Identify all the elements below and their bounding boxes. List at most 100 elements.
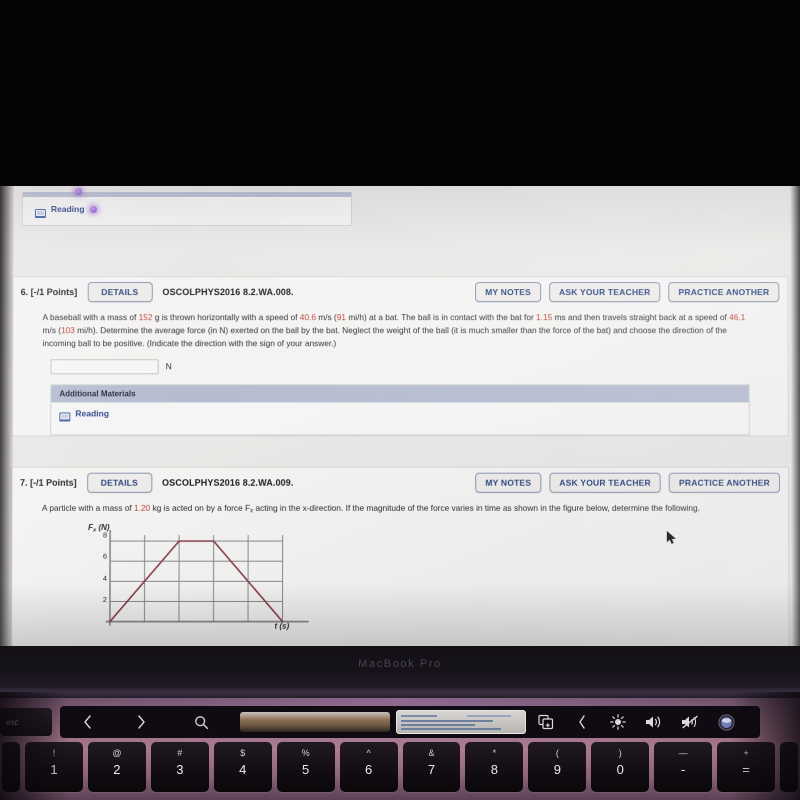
key-8[interactable]: * 8 bbox=[465, 742, 524, 792]
chevron-right-icon[interactable] bbox=[114, 706, 168, 738]
key-3[interactable]: # 3 bbox=[150, 742, 209, 792]
chevron-left-icon[interactable] bbox=[60, 706, 114, 738]
additional-materials-label-6: Additional Materials bbox=[51, 384, 749, 402]
key-minus[interactable]: — - bbox=[654, 742, 713, 792]
key-3-symbol: # bbox=[177, 748, 183, 758]
key-4-number: 4 bbox=[239, 762, 247, 777]
problem-card-7: 7. [-/1 Points] DETAILS OSCOLPHYS2016 8.… bbox=[10, 466, 790, 648]
key-0-symbol: ) bbox=[618, 748, 622, 758]
problem-7-id: OSCOLPHYS2016 8.2.WA.009. bbox=[162, 477, 294, 488]
chart-ytick-8: 8 bbox=[102, 530, 108, 540]
key-minus-number: - bbox=[681, 762, 686, 777]
key-6[interactable]: ^ 6 bbox=[339, 742, 398, 792]
tab-preview-thumbnail[interactable] bbox=[396, 710, 526, 734]
key-minus-symbol: — bbox=[678, 748, 688, 758]
siri-icon[interactable] bbox=[716, 712, 736, 732]
laptop-photo: Reading 6. [-/1 Points] DETAILS OSCOLPHY… bbox=[0, 0, 800, 800]
my-notes-button-6[interactable]: MY NOTES bbox=[475, 282, 542, 303]
practice-another-button-6[interactable]: PRACTICE ANOTHER bbox=[668, 282, 780, 303]
brightness-icon[interactable] bbox=[608, 712, 628, 732]
force-vs-time-chart: Fx (N) t (s) 8 6 4 2 bbox=[72, 523, 303, 639]
key-1[interactable]: ! 1 bbox=[25, 742, 83, 792]
key-2[interactable]: @ 2 bbox=[87, 742, 146, 792]
problem-7-question-text: A particle with a mass of 1.20 kg is act… bbox=[41, 502, 700, 515]
key-8-number: 8 bbox=[490, 762, 499, 777]
answer-unit-6: N bbox=[165, 361, 172, 372]
key-9-symbol: ( bbox=[555, 748, 559, 758]
key-7[interactable]: & 7 bbox=[402, 742, 461, 792]
problem-6-body: A baseball with a mass of 152 g is throw… bbox=[12, 307, 788, 436]
chevron-left-collapse-icon[interactable] bbox=[572, 712, 592, 732]
purple-light-reflection bbox=[89, 205, 97, 213]
practice-another-button-7[interactable]: PRACTICE ANOTHER bbox=[668, 472, 781, 493]
additional-materials-body-6: Reading bbox=[51, 402, 749, 435]
esc-key[interactable]: esc bbox=[0, 708, 52, 736]
previous-problem-card-partial: Reading bbox=[21, 187, 352, 227]
chart-plot-area: 8 6 4 2 bbox=[110, 535, 283, 622]
key-1-symbol: ! bbox=[52, 748, 56, 758]
problem-7-body: A particle with a mass of 1.20 kg is act… bbox=[11, 498, 788, 639]
reading-link[interactable]: Reading bbox=[51, 204, 85, 214]
chart-ytick-2: 2 bbox=[102, 595, 107, 605]
book-icon bbox=[34, 205, 46, 218]
key-4[interactable]: $ 4 bbox=[213, 742, 272, 792]
book-icon bbox=[59, 408, 71, 421]
problem-card-6: 6. [-/1 Points] DETAILS OSCOLPHYS2016 8.… bbox=[11, 276, 789, 437]
additional-materials-bar bbox=[22, 191, 351, 198]
problem-7-header: 7. [-/1 Points] DETAILS OSCOLPHYS2016 8.… bbox=[12, 468, 788, 498]
chart-ytick-4: 4 bbox=[102, 573, 108, 583]
key-delete[interactable] bbox=[780, 742, 799, 792]
problem-6-number: 6. [-/1 Points] bbox=[20, 287, 78, 298]
key-6-symbol: ^ bbox=[366, 748, 371, 758]
problem-6-question-text: A baseball with a mass of 152 g is throw… bbox=[42, 312, 746, 348]
problem-6-id: OSCOLPHYS2016 8.2.WA.008. bbox=[162, 287, 294, 298]
key-tilde[interactable] bbox=[2, 742, 20, 792]
key-0-number: 0 bbox=[616, 762, 624, 777]
key-9-number: 9 bbox=[553, 762, 561, 777]
key-equals-symbol: + bbox=[743, 748, 749, 758]
key-4-symbol: $ bbox=[240, 748, 246, 758]
laptop-screen: Reading 6. [-/1 Points] DETAILS OSCOLPHY… bbox=[0, 186, 800, 648]
purple-light-reflection-2 bbox=[74, 187, 82, 196]
key-3-number: 3 bbox=[176, 762, 184, 777]
key-equals-number: = bbox=[742, 762, 750, 777]
reading-row[interactable]: Reading bbox=[34, 204, 97, 218]
volume-up-icon[interactable] bbox=[644, 712, 664, 732]
address-bar-thumbnail[interactable] bbox=[240, 712, 390, 732]
search-icon[interactable] bbox=[168, 706, 234, 738]
key-7-symbol: & bbox=[428, 748, 435, 758]
ask-your-teacher-button-7[interactable]: ASK YOUR TEACHER bbox=[549, 472, 661, 493]
macbook-pro-brand-text: MacBook Pro bbox=[358, 658, 442, 670]
problem-6-answer-row: N bbox=[42, 358, 757, 374]
key-1-number: 1 bbox=[50, 762, 58, 777]
key-6-number: 6 bbox=[364, 762, 373, 777]
key-5[interactable]: % 5 bbox=[276, 742, 335, 792]
reading-link-6[interactable]: Reading bbox=[75, 408, 109, 418]
problem-7-actions: MY NOTES ASK YOUR TEACHER PRACTICE ANOTH… bbox=[475, 472, 781, 493]
key-5-number: 5 bbox=[302, 762, 310, 777]
key-2-symbol: @ bbox=[112, 748, 122, 758]
answer-input-6[interactable] bbox=[50, 358, 159, 374]
problem-7-number: 7. [-/1 Points] bbox=[20, 477, 77, 488]
key-2-number: 2 bbox=[113, 762, 121, 777]
chart-x-axis-label: t (s) bbox=[274, 621, 290, 631]
keyboard-number-row: ! 1 @ 2 # 3 $ 4 % 5 ^ 6 & 7 * 8 (9) 0 … bbox=[0, 742, 800, 800]
chart-ytick-6: 6 bbox=[102, 551, 108, 561]
ask-your-teacher-button-6[interactable]: ASK YOUR TEACHER bbox=[549, 282, 661, 303]
dark-room-background bbox=[0, 0, 800, 186]
details-button-7[interactable]: DETAILS bbox=[86, 472, 153, 493]
problem-6-actions: MY NOTES ASK YOUR TEACHER PRACTICE ANOTH… bbox=[475, 282, 780, 303]
key-equals[interactable]: + = bbox=[717, 742, 776, 792]
key-0[interactable]: ) 0 bbox=[591, 742, 650, 792]
key-9[interactable]: ( 9 bbox=[528, 742, 587, 792]
reading-row-6[interactable]: Reading bbox=[59, 408, 109, 421]
problem-6-header: 6. [-/1 Points] DETAILS OSCOLPHYS2016 8.… bbox=[13, 277, 788, 307]
webassign-page: Reading 6. [-/1 Points] DETAILS OSCOLPHY… bbox=[0, 186, 800, 648]
my-notes-button-7[interactable]: MY NOTES bbox=[475, 472, 542, 493]
key-5-symbol: % bbox=[301, 748, 310, 758]
key-8-symbol: * bbox=[492, 748, 497, 758]
details-button-6[interactable]: DETAILS bbox=[87, 282, 153, 303]
touch-bar[interactable] bbox=[60, 706, 760, 738]
volume-mute-icon[interactable] bbox=[680, 712, 700, 732]
new-tab-icon[interactable] bbox=[536, 712, 556, 732]
